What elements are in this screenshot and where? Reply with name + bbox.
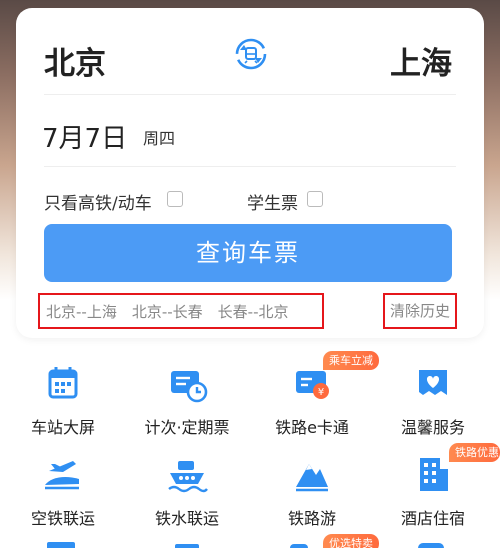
period-ticket-icon [171,371,208,403]
student-ticket-label[interactable]: 学生票 [247,189,298,214]
rail-water-icon [168,461,208,493]
history-item[interactable]: 长春--北京 [218,301,289,322]
air-rail-icon [45,461,79,490]
departure-weekday: 周四 [143,129,176,148]
from-city[interactable]: 北京 [44,38,106,83]
service-label: 铁路e卡通 [275,418,349,437]
student-ticket-checkbox[interactable] [307,191,323,207]
partial-row-icon[interactable] [290,544,308,548]
service-rail-tour[interactable]: 铁路游 [252,453,372,529]
partial-row-icon[interactable] [175,544,199,548]
care-service-icon [419,370,447,395]
partial-row-icon[interactable] [47,542,75,548]
service-label: 空铁联运 [30,509,95,528]
service-rail-water[interactable]: 铁水联运 [127,453,247,529]
svg-text:¥: ¥ [318,387,324,398]
search-history: 北京--上海 北京--长春 长春--北京 [38,293,324,329]
ticket-search-card: 北京 上海 7月7日 周四 只看高铁/动车 学生票 查询车票 北京--上海 北京… [16,8,484,338]
service-label: 温馨服务 [400,418,465,437]
station-screen-icon [48,367,78,399]
departure-date[interactable]: 7月7日 [42,118,127,155]
swap-icon [235,38,267,70]
partial-row-icon[interactable] [418,543,444,548]
service-label: 铁路游 [287,509,336,528]
service-label: 计次·定期票 [144,418,230,437]
promo-badge: 乘车立减 [323,351,379,370]
service-label: 车站大屏 [30,418,95,437]
promo-badge: 铁路优惠 [449,443,500,462]
service-care[interactable]: 温馨服务 [373,362,493,438]
clear-history-button[interactable]: 清除历史 [383,293,457,329]
service-period-ticket[interactable]: 计次·定期票 [127,362,247,438]
service-e-card[interactable]: ¥ 铁路e卡通 [252,362,372,438]
history-item[interactable]: 北京--上海 [46,301,117,322]
service-hotel[interactable]: 酒店住宿 [373,453,493,529]
high-speed-only-label[interactable]: 只看高铁/动车 [44,189,152,214]
service-air-rail[interactable]: 空铁联运 [3,453,123,529]
swap-stations-button[interactable] [233,36,269,72]
promo-badge: 优选特卖 [323,534,379,548]
divider [44,94,456,95]
service-station-screen[interactable]: 车站大屏 [3,362,123,438]
high-speed-only-checkbox[interactable] [167,191,183,207]
rail-tour-icon [296,464,328,492]
query-tickets-button[interactable]: 查询车票 [44,224,452,282]
service-label: 铁水联运 [154,509,219,528]
divider [44,166,456,167]
to-city[interactable]: 上海 [390,38,452,83]
history-item[interactable]: 北京--长春 [132,301,203,322]
service-label: 酒店住宿 [400,509,465,528]
